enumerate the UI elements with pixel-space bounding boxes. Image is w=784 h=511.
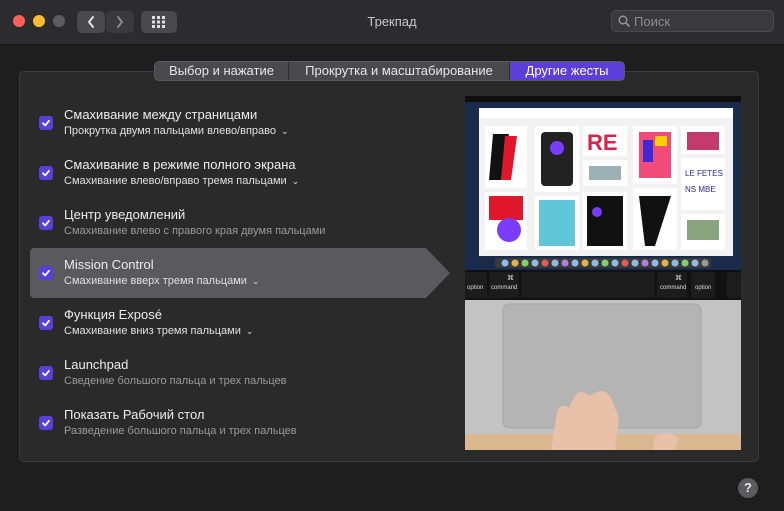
svg-text:LE FETES: LE FETES bbox=[685, 169, 723, 178]
gesture-title: Показать Рабочий стол bbox=[64, 407, 205, 422]
title-bar: Трекпад bbox=[0, 0, 784, 45]
checkmark-icon bbox=[42, 369, 50, 377]
gesture-title: Центр уведомлений bbox=[64, 207, 186, 222]
help-button[interactable]: ? bbox=[738, 478, 758, 498]
gesture-subtitle: Прокрутка двумя пальцами влево/вправо bbox=[64, 125, 276, 137]
gesture-title: Mission Control bbox=[64, 257, 154, 272]
checkbox-show-desktop[interactable] bbox=[39, 416, 53, 430]
gesture-row-mission-control[interactable]: Mission Control Смахивание вверх тремя п… bbox=[30, 248, 450, 298]
tab-bar: Выбор и нажатие Прокрутка и масштабирова… bbox=[154, 61, 625, 81]
macbook-trackpad-illustration: RE LE FETES NS MBE bbox=[465, 96, 741, 450]
svg-text:RE: RE bbox=[587, 130, 618, 155]
checkmark-icon bbox=[42, 319, 50, 327]
checkmark-icon bbox=[42, 219, 50, 227]
checkbox-mission-control[interactable] bbox=[39, 266, 53, 280]
gesture-subtitle: Сведение большого пальца и трех пальцев bbox=[64, 375, 287, 387]
checkbox-launchpad[interactable] bbox=[39, 366, 53, 380]
key-label-command-right: command bbox=[660, 285, 687, 291]
gesture-row-swipe-fullscreen[interactable]: Смахивание в режиме полного экрана Смахи… bbox=[30, 148, 450, 198]
search-field[interactable] bbox=[611, 10, 774, 32]
checkmark-icon bbox=[42, 269, 50, 277]
gesture-option-dropdown[interactable]: Смахивание вверх тремя пальцами ⌄ bbox=[64, 275, 259, 287]
key-label-option-right: option bbox=[695, 285, 712, 291]
checkbox-swipe-fullscreen[interactable] bbox=[39, 166, 53, 180]
search-input[interactable] bbox=[634, 12, 768, 30]
gesture-row-app-expose[interactable]: Функция Exposé Смахивание вниз тремя пал… bbox=[30, 298, 450, 348]
gesture-title: Смахивание в режиме полного экрана bbox=[64, 157, 296, 172]
gesture-title: Функция Exposé bbox=[64, 307, 162, 322]
gesture-title: Launchpad bbox=[64, 357, 129, 372]
gesture-option-dropdown[interactable]: Прокрутка двумя пальцами влево/вправо ⌄ bbox=[64, 125, 289, 137]
gesture-subtitle: Смахивание вверх тремя пальцами bbox=[64, 275, 247, 287]
gesture-option-dropdown[interactable]: Смахивание вниз тремя пальцами ⌄ bbox=[64, 325, 253, 337]
gesture-subtitle: Смахивание влево/вправо тремя пальцами bbox=[64, 175, 287, 187]
gesture-option-dropdown[interactable]: Смахивание влево/вправо тремя пальцами ⌄ bbox=[64, 175, 299, 187]
chevron-down-icon: ⌄ bbox=[245, 326, 254, 336]
gesture-row-swipe-pages[interactable]: Смахивание между страницами Прокрутка дв… bbox=[30, 98, 450, 148]
command-symbol-left: ⌘ bbox=[507, 275, 514, 282]
checkmark-icon bbox=[42, 119, 50, 127]
gesture-preview-video: RE LE FETES NS MBE option command comman… bbox=[465, 96, 741, 450]
chevron-down-icon: ⌄ bbox=[281, 126, 289, 136]
search-icon bbox=[618, 15, 630, 27]
tab-more-gestures[interactable]: Другие жесты bbox=[510, 62, 624, 80]
tab-scroll-and-zoom[interactable]: Прокрутка и масштабирование bbox=[289, 62, 510, 80]
checkbox-app-expose[interactable] bbox=[39, 316, 53, 330]
gesture-row-show-desktop[interactable]: Показать Рабочий стол Разведение большог… bbox=[30, 398, 450, 448]
svg-text:NS MBE: NS MBE bbox=[685, 185, 716, 194]
gesture-row-notification-center[interactable]: Центр уведомлений Смахивание влево с пра… bbox=[30, 198, 450, 248]
checkmark-icon bbox=[42, 169, 50, 177]
key-label-command-left: command bbox=[491, 285, 518, 291]
checkmark-icon bbox=[42, 419, 50, 427]
chevron-down-icon: ⌄ bbox=[291, 176, 300, 186]
tab-point-and-click[interactable]: Выбор и нажатие bbox=[155, 62, 289, 80]
gesture-subtitle: Разведение большого пальца и трех пальце… bbox=[64, 425, 297, 437]
key-label-option-left: option bbox=[467, 285, 484, 291]
checkbox-swipe-pages[interactable] bbox=[39, 116, 53, 130]
chevron-down-icon: ⌄ bbox=[251, 276, 260, 286]
gesture-subtitle: Смахивание вниз тремя пальцами bbox=[64, 325, 241, 337]
gesture-title: Смахивание между страницами bbox=[64, 107, 258, 122]
gesture-row-launchpad[interactable]: Launchpad Сведение большого пальца и тре… bbox=[30, 348, 450, 398]
checkbox-notification-center[interactable] bbox=[39, 216, 53, 230]
gesture-subtitle: Смахивание влево с правого края двумя па… bbox=[64, 225, 326, 237]
command-symbol-right: ⌘ bbox=[675, 275, 682, 282]
